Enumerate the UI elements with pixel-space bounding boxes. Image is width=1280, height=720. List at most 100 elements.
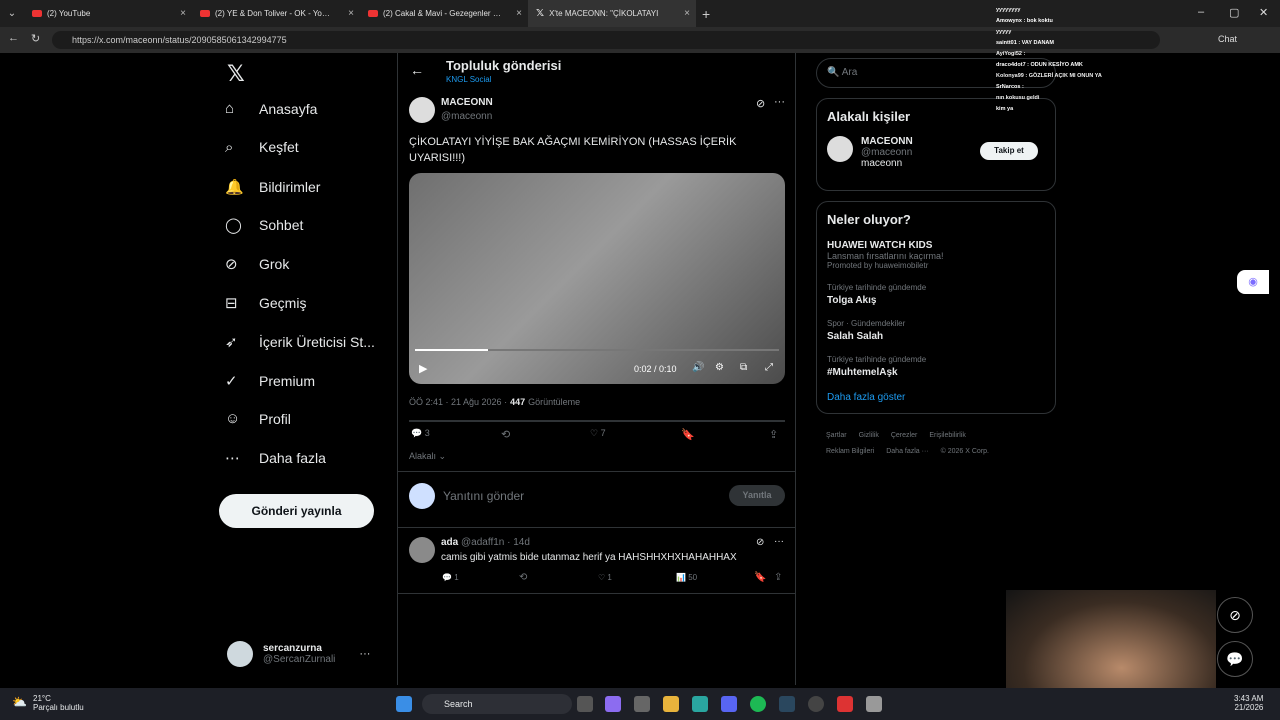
- post-button[interactable]: Gönderi yayınla: [219, 494, 374, 528]
- edge-icon[interactable]: [692, 696, 708, 712]
- reply-action[interactable]: 💬 3: [411, 428, 430, 439]
- more-icon[interactable]: ···: [774, 96, 785, 108]
- taskbar-search[interactable]: Search: [422, 694, 572, 714]
- share-icon[interactable]: ⇪: [769, 428, 778, 441]
- task-view-icon[interactable]: [577, 696, 593, 712]
- browser-tab[interactable]: (2) YouTube ×: [24, 0, 192, 27]
- grok-icon[interactable]: ⊘: [756, 537, 764, 548]
- show-more-link[interactable]: Daha fazla göster: [827, 392, 1045, 403]
- repost-icon[interactable]: ⟲: [519, 572, 527, 583]
- account-switcher[interactable]: sercanzurna @SercanZurnali ···: [227, 641, 370, 667]
- play-icon[interactable]: ▶: [419, 362, 427, 375]
- nav-item-8[interactable]: ☺ Profil: [225, 410, 291, 427]
- repost-icon[interactable]: ⟲: [501, 428, 510, 441]
- url-field[interactable]: https://x.com/maceonn/status/20905850613…: [52, 31, 1160, 49]
- video-progress-track[interactable]: [415, 349, 779, 351]
- footer-link[interactable]: Daha fazla ···: [886, 448, 928, 455]
- bookmark-icon[interactable]: 🔖: [754, 572, 766, 583]
- close-window-icon[interactable]: ✕: [1259, 6, 1268, 19]
- reply-author[interactable]: ada: [441, 537, 458, 548]
- copilot-icon[interactable]: [605, 696, 621, 712]
- footer-link[interactable]: Erişilebilirlik: [929, 432, 966, 439]
- minimize-icon[interactable]: –: [1198, 6, 1204, 18]
- trend-item[interactable]: Türkiye tarihinde gündemde #MuhtemelAşk: [827, 355, 1045, 378]
- browser-tab[interactable]: (2) Cakal & Mavi - Gezegenler Birbir ×: [360, 0, 528, 27]
- x-logo-icon[interactable]: 𝕏: [227, 61, 245, 87]
- browser-tab-active[interactable]: 𝕏 X'te MACEONN: "ÇİKOLATAYI ×: [528, 0, 696, 27]
- follow-button[interactable]: Takip et: [980, 142, 1038, 160]
- relevance-dropdown[interactable]: Alakalı ⌄: [409, 451, 446, 462]
- chat-message: SrNarcos :: [996, 84, 1024, 90]
- history-icon: ⊟: [225, 295, 238, 312]
- nav-item-0[interactable]: ⌂ Anasayfa: [225, 100, 317, 117]
- copilot-side-icon[interactable]: ◉: [1237, 270, 1269, 294]
- views-action[interactable]: 📊 50: [676, 573, 697, 582]
- weather-widget[interactable]: 21°C Parçalı bulutlu: [33, 694, 84, 712]
- browser-tab[interactable]: (2) YE & Don Toliver - OK - YouTube ×: [192, 0, 360, 27]
- reply-action[interactable]: 💬 1: [442, 573, 459, 582]
- spotify-icon[interactable]: [750, 696, 766, 712]
- close-tab-icon[interactable]: ×: [684, 8, 690, 19]
- nav-item-6[interactable]: ➶ İçerik Üreticisi St...: [225, 333, 375, 351]
- close-tab-icon[interactable]: ×: [348, 8, 354, 19]
- reply-button[interactable]: Yanıtla: [729, 485, 785, 506]
- maximize-icon[interactable]: ▢: [1229, 6, 1239, 19]
- nav-item-1[interactable]: ⌕ Keşfet: [225, 139, 299, 156]
- author-handle[interactable]: @maceonn: [441, 111, 492, 122]
- community-link[interactable]: KNGL Social: [446, 75, 492, 84]
- grok-icon[interactable]: ⊘: [756, 97, 765, 110]
- nav-item-9[interactable]: ⋯ Daha fazla: [225, 449, 326, 467]
- reload-icon[interactable]: ↻: [31, 32, 40, 45]
- fullscreen-icon[interactable]: ⤢: [765, 362, 773, 373]
- store-icon[interactable]: [634, 696, 650, 712]
- divider: [409, 420, 785, 422]
- like-action[interactable]: ♡ 1: [598, 573, 612, 582]
- app-icon[interactable]: [837, 696, 853, 712]
- bookmark-icon[interactable]: 🔖: [681, 428, 695, 441]
- volume-icon[interactable]: 🔊: [692, 362, 704, 373]
- app-icon[interactable]: [866, 696, 882, 712]
- copilot-chat-button[interactable]: Chat: [1218, 34, 1237, 44]
- more-icon[interactable]: ···: [359, 648, 370, 660]
- trend-category: Türkiye tarihinde gündemde: [827, 283, 927, 292]
- close-tab-icon[interactable]: ×: [516, 8, 522, 19]
- trend-item[interactable]: Spor · Gündemdekiler Salah Salah: [827, 319, 1045, 342]
- steam-icon[interactable]: [779, 696, 795, 712]
- back-icon[interactable]: ←: [8, 32, 19, 44]
- file-explorer-icon[interactable]: [663, 696, 679, 712]
- like-action[interactable]: ♡ 7: [590, 428, 606, 439]
- more-icon[interactable]: ···: [774, 536, 784, 547]
- nav-item-5[interactable]: ⊟ Geçmiş: [225, 294, 306, 312]
- messages-fab-icon[interactable]: 💬: [1217, 641, 1253, 677]
- close-tab-icon[interactable]: ×: [180, 8, 186, 19]
- nav-item-3[interactable]: ◯ Sohbet: [225, 216, 303, 234]
- avatar[interactable]: [409, 537, 435, 563]
- discord-icon[interactable]: [721, 696, 737, 712]
- like-count: 1: [607, 573, 612, 582]
- avatar[interactable]: [409, 97, 435, 123]
- footer-link[interactable]: © 2026 X Corp.: [941, 448, 989, 455]
- footer-link[interactable]: Reklam Bilgileri: [826, 448, 874, 455]
- author-name[interactable]: MACEONN: [441, 97, 493, 108]
- nav-item-7[interactable]: ✓ Premium: [225, 372, 315, 390]
- grok-fab-icon[interactable]: ⊘: [1217, 597, 1253, 633]
- windows-start-icon[interactable]: [396, 696, 412, 712]
- nav-item-2[interactable]: 🔔 Bildirimler: [225, 178, 320, 196]
- tab-list-icon[interactable]: ⌄: [0, 8, 24, 19]
- share-icon[interactable]: ⇪: [774, 572, 782, 583]
- clock[interactable]: 3:43 AM 21/2026: [1234, 694, 1263, 712]
- obs-icon[interactable]: [808, 696, 824, 712]
- footer-link[interactable]: Şartlar: [826, 432, 847, 439]
- new-tab-button[interactable]: +: [702, 6, 710, 22]
- trend-item[interactable]: Türkiye tarihinde gündemde Tolga Akış: [827, 283, 1045, 306]
- pip-icon[interactable]: ⧉: [740, 362, 747, 373]
- back-arrow-icon[interactable]: ←: [410, 62, 424, 78]
- trend-item[interactable]: HUAWEI WATCH KIDS Lansman fırsatlarını ka…: [827, 240, 1045, 270]
- reply-handle[interactable]: @adaff1n · 14d: [461, 537, 530, 548]
- nav-item-4[interactable]: ⊘ Grok: [225, 255, 289, 273]
- settings-icon[interactable]: ⚙: [715, 362, 724, 373]
- reply-input[interactable]: Yanıtını gönder: [443, 489, 524, 503]
- footer-link[interactable]: Çerezler: [891, 432, 917, 439]
- video-player[interactable]: ▶ 0:02 / 0:10 🔊 ⚙ ⧉ ⤢: [409, 173, 785, 384]
- footer-link[interactable]: Gizlilik: [859, 432, 879, 439]
